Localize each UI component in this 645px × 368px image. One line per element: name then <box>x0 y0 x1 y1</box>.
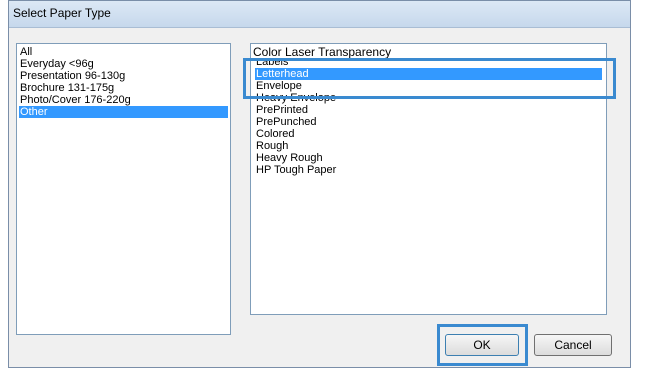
paper-type-item-color-laser-transparency[interactable]: Color Laser Transparency <box>253 46 604 61</box>
cancel-button[interactable]: Cancel <box>534 334 612 356</box>
paper-type-item-heavy-rough[interactable]: Heavy Rough <box>255 152 602 164</box>
category-item-photo-cover[interactable]: Photo/Cover 176-220g <box>19 94 228 106</box>
paper-type-item-prepunched[interactable]: PrePunched <box>255 116 602 128</box>
paper-type-item-rough[interactable]: Rough <box>255 140 602 152</box>
paper-type-scroll-area: Labels Letterhead Envelope Heavy Envelop… <box>255 60 602 312</box>
paper-type-list[interactable]: Color Laser Transparency Labels Letterhe… <box>250 43 607 315</box>
paper-type-item-hp-tough-paper[interactable]: HP Tough Paper <box>255 164 602 176</box>
category-item-brochure[interactable]: Brochure 131-175g <box>19 82 228 94</box>
category-item-all[interactable]: All <box>19 46 228 58</box>
dialog-title: Select Paper Type <box>13 6 111 20</box>
dialog-titlebar: Select Paper Type <box>9 1 630 28</box>
paper-category-list[interactable]: All Everyday <96g Presentation 96-130g B… <box>16 43 231 335</box>
paper-type-item-envelope[interactable]: Envelope <box>255 80 602 92</box>
paper-type-item-colored[interactable]: Colored <box>255 128 602 140</box>
paper-type-item-heavy-envelope[interactable]: Heavy Envelope <box>255 92 602 104</box>
paper-type-item-preprinted[interactable]: PrePrinted <box>255 104 602 116</box>
ok-button[interactable]: OK <box>445 334 519 356</box>
category-item-everyday[interactable]: Everyday <96g <box>19 58 228 70</box>
category-item-other[interactable]: Other <box>19 106 228 118</box>
category-item-presentation[interactable]: Presentation 96-130g <box>19 70 228 82</box>
paper-type-item-letterhead[interactable]: Letterhead <box>255 68 602 80</box>
paper-type-item-labels[interactable]: Labels <box>255 60 602 68</box>
